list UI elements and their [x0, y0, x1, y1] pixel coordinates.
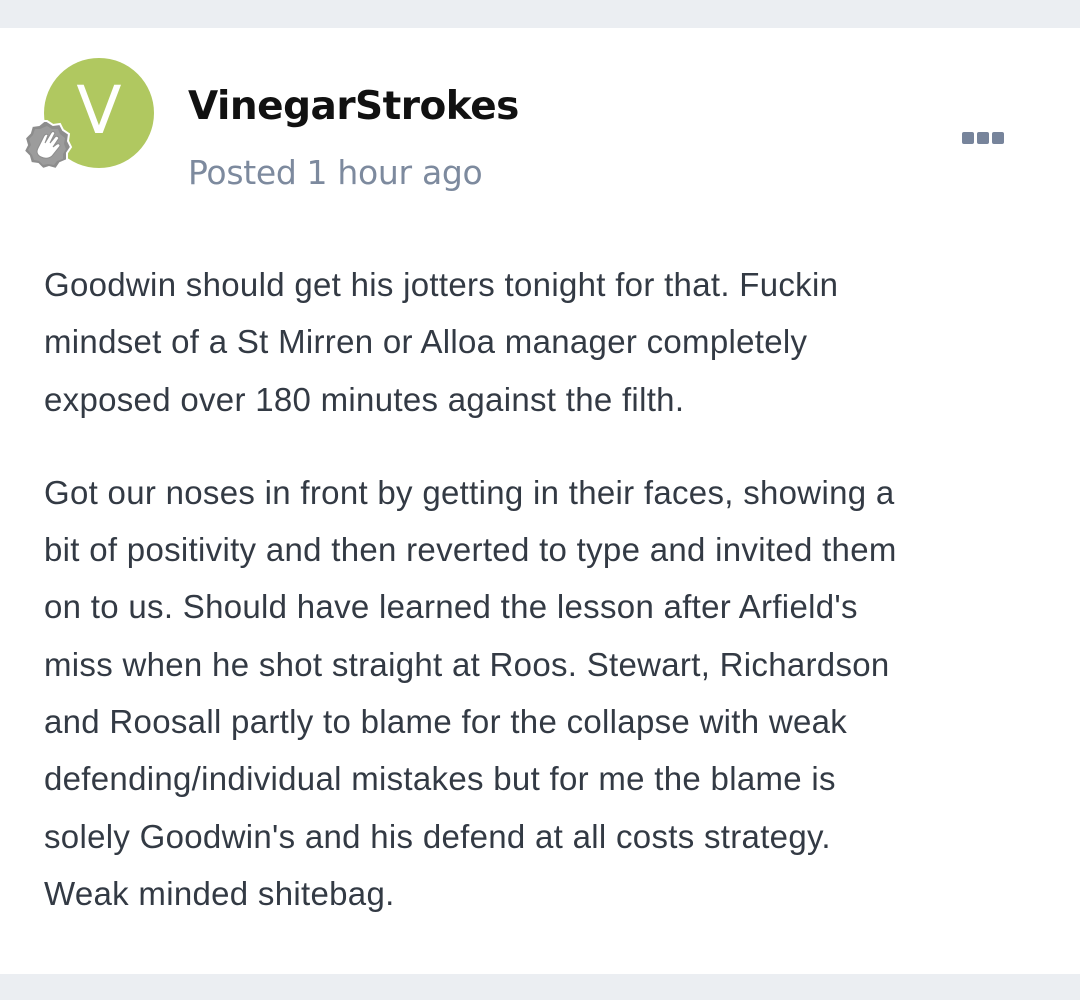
post-paragraph: Got our noses in front by getting in the… [44, 464, 1044, 922]
post-text-line: Goodwin should get his jotters tonight f… [44, 266, 839, 303]
avatar-letter: V [76, 72, 122, 149]
post-content: Goodwin should get his jotters tonight f… [44, 256, 1044, 958]
post-text-line: Got our noses in front by getting in the… [44, 473, 895, 511]
author-avatar-group[interactable]: V [20, 58, 156, 198]
post-time[interactable]: 1 hour ago [307, 153, 483, 192]
post-text-line: bit of positivity and then reverted to t… [44, 531, 897, 569]
post-text-line: on to us. Should have learned the lesson… [44, 588, 858, 626]
waving-hand-badge-icon [22, 120, 73, 171]
post-text-line: Weak minded shitebag. [44, 874, 395, 912]
post-text-line: miss when he shot straight at Roos. Stew… [44, 645, 890, 683]
post-text-line: defending/individual mistakes but for me… [44, 760, 836, 798]
more-options-button[interactable] [950, 118, 1016, 158]
ellipsis-icon [992, 132, 1004, 144]
username-link[interactable]: VinegarStrokes [188, 84, 519, 129]
ellipsis-icon [962, 132, 974, 144]
post-text-line: exposed over 180 minutes against the fil… [44, 380, 685, 418]
posted-label: Posted [188, 153, 297, 192]
ellipsis-icon [977, 132, 989, 144]
post-meta: Posted 1 hour ago [188, 153, 483, 192]
page: V VinegarStrokes Posted 1 hour ago Goodwi… [0, 0, 1080, 1000]
post-text-line: mindset of a St Mirren or Alloa manager … [44, 323, 808, 361]
post-text-line: solely Goodwin's and his defend at all c… [44, 817, 831, 855]
post-paragraph: Goodwin should get his jotters tonight f… [44, 256, 1044, 428]
post-text-line: and Roosall partly to blame for the coll… [44, 703, 848, 741]
